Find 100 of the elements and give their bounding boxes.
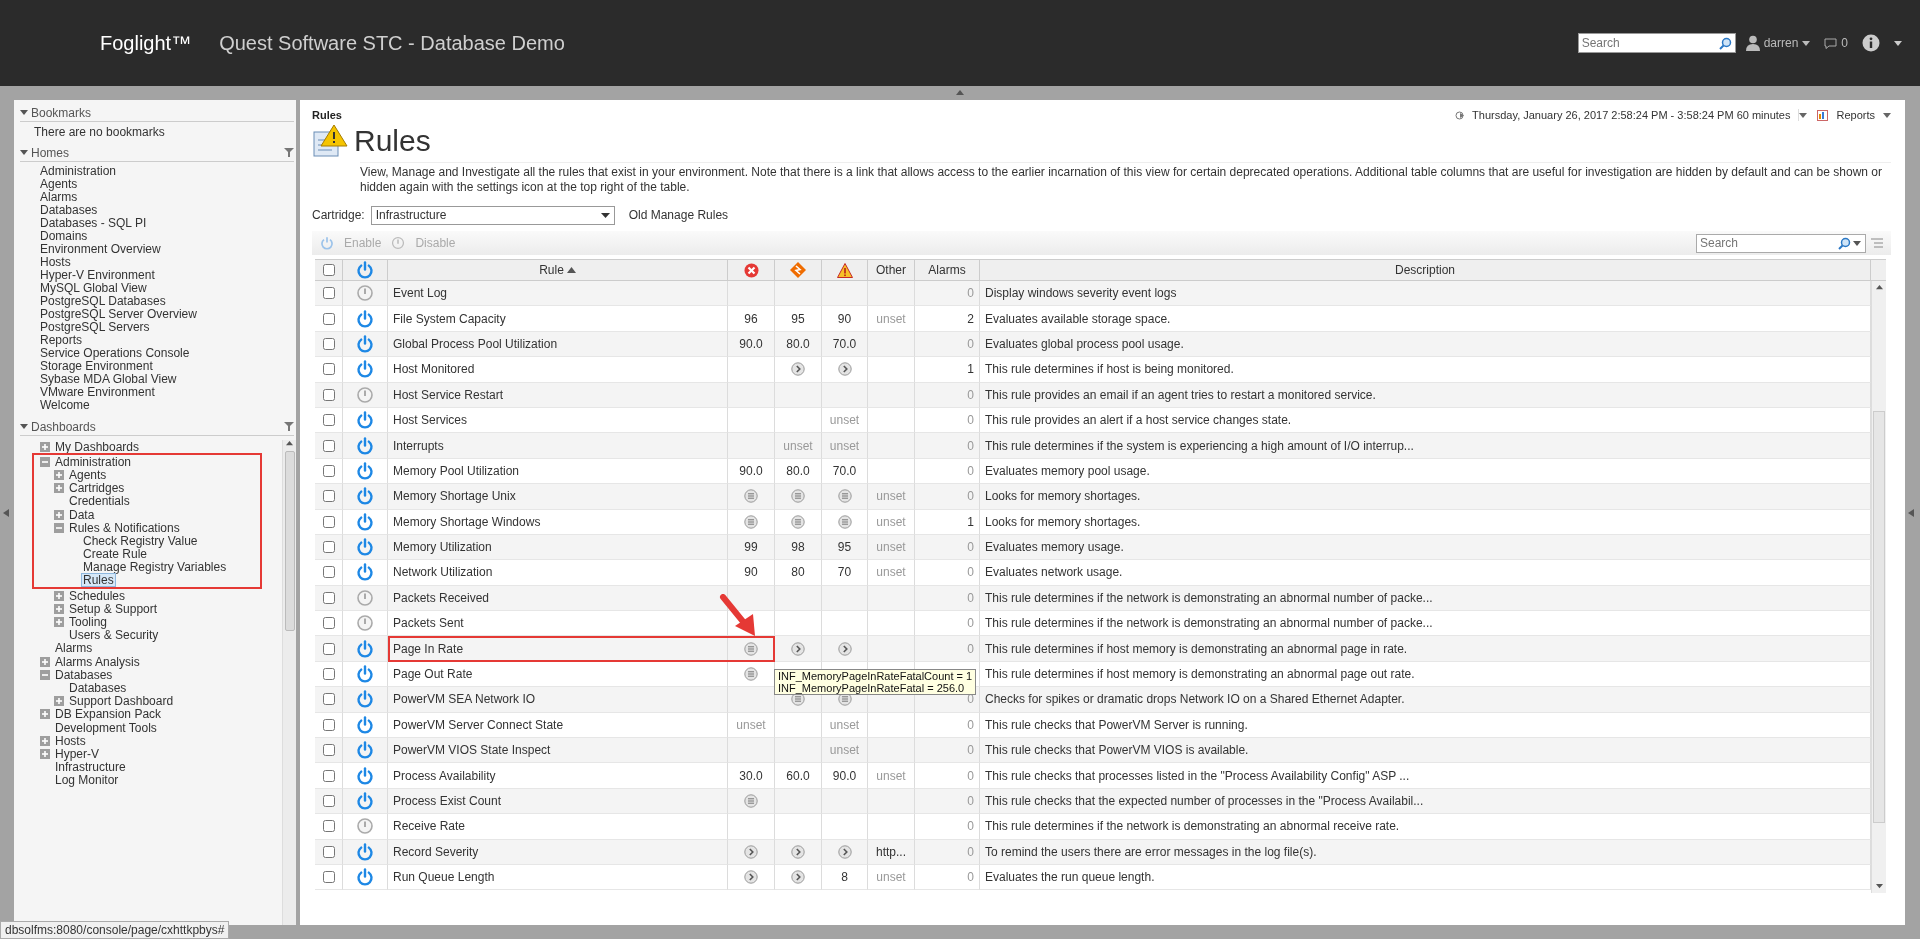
home-link[interactable]: Hyper-V Environment (40, 269, 296, 282)
rule-name[interactable]: Receive Rate (393, 819, 466, 834)
cartridge-dropdown[interactable]: Infrastructure (370, 205, 615, 225)
tree-item[interactable]: Users & Security (67, 628, 161, 643)
rule-name[interactable]: Run Queue Length (393, 870, 495, 885)
home-link[interactable]: Reports (40, 334, 296, 347)
table-cell: 70.0 (832, 336, 857, 351)
table-cell: 0 (967, 590, 974, 605)
home-link[interactable]: PostgreSQL Server Overview (40, 308, 296, 321)
tree-item[interactable]: My Dashboards (53, 439, 142, 454)
section-title[interactable]: Homes (31, 145, 281, 160)
tree-item[interactable]: Administration (53, 454, 134, 469)
table-cell: 0 (967, 794, 974, 808)
home-link[interactable]: Agents (40, 178, 296, 191)
rule-description: This rule checks that PowerVM Server is running. (985, 717, 1248, 732)
rule-name[interactable]: Page Out Rate (393, 667, 473, 682)
messages-button[interactable]: 0 (1824, 36, 1848, 50)
tree-item[interactable]: Setup & Support (67, 601, 160, 616)
rule-name[interactable]: Event Log (393, 286, 448, 301)
table-cell: unset (876, 540, 906, 555)
table-cell: 8 (841, 870, 848, 885)
rule-name[interactable]: Memory Shortage Unix (393, 489, 516, 504)
rule-name[interactable]: Memory Utilization (393, 540, 492, 555)
rule-name[interactable]: Process Exist Count (393, 794, 502, 808)
tree-item[interactable]: Infrastructure (53, 760, 128, 775)
home-link[interactable]: PostgreSQL Databases (40, 295, 296, 308)
tree-item[interactable]: Agents (67, 467, 109, 482)
tree-item[interactable]: Support Dashboard (67, 694, 176, 709)
tree-item[interactable]: Tooling (67, 615, 110, 630)
rule-name[interactable]: Process Availability (393, 768, 496, 783)
page-title: Rules (354, 124, 431, 158)
home-link[interactable]: Domains (40, 230, 296, 243)
empty-message: There are no bookmarks (34, 125, 165, 139)
home-link[interactable]: Administration (40, 165, 296, 178)
tree-item[interactable]: DB Expansion Pack (53, 707, 164, 722)
tree-item[interactable]: Credentials (67, 494, 132, 509)
tree-item[interactable]: Data (67, 507, 97, 522)
old-manage-rules-link[interactable]: Old Manage Rules (628, 208, 729, 222)
home-link[interactable]: PostgreSQL Servers (40, 321, 296, 334)
tree-item[interactable]: Check Registry Value (81, 533, 200, 548)
rule-name[interactable]: PowerVM SEA Network IO (393, 692, 536, 707)
rule-name[interactable]: File System Capacity (393, 311, 506, 326)
tree-item[interactable]: Rules & Notifications (67, 520, 182, 535)
table-cell: 1 (967, 362, 974, 377)
table-cell: 90.0 (832, 768, 857, 783)
rule-description: This rule provides an email if an agent tries to restart a monitored service. (985, 387, 1376, 402)
tree-item[interactable]: Databases (67, 680, 129, 695)
rule-name[interactable]: Memory Shortage Windows (393, 514, 541, 529)
tree-item[interactable]: Hosts (53, 733, 88, 748)
table-cell: 90.0 (739, 336, 763, 351)
home-link[interactable]: Alarms (40, 191, 296, 204)
tree-item[interactable]: Create Rule (81, 547, 150, 562)
home-link[interactable]: Sybase MDA Global View (40, 373, 296, 386)
home-link[interactable]: Environment Overview (40, 243, 296, 256)
tree-item[interactable]: Schedules (67, 588, 128, 603)
tree-item[interactable]: Hyper-V (53, 746, 101, 761)
home-link[interactable]: Hosts (40, 256, 296, 269)
tree-item[interactable]: Databases (53, 667, 115, 682)
rule-description: Evaluates memory usage. (985, 540, 1124, 555)
tree-item[interactable]: Alarms (53, 641, 95, 656)
tree-item[interactable]: Rules (81, 573, 116, 588)
rule-name[interactable]: Host Services (393, 413, 468, 428)
home-link[interactable]: Databases (40, 204, 296, 217)
rule-name[interactable]: Network Utilization (393, 565, 493, 580)
home-link[interactable]: Service Operations Console (40, 347, 296, 360)
tree-item[interactable]: Log Monitor (53, 773, 121, 788)
tree-item[interactable]: Development Tools (53, 720, 159, 735)
rule-name[interactable]: Global Process Pool Utilization (393, 336, 558, 351)
rule-name[interactable]: Host Service Restart (393, 387, 504, 402)
rule-name[interactable]: Packets Sent (393, 616, 464, 631)
rule-name[interactable]: PowerVM Server Connect State (393, 717, 564, 732)
rule-description: This rule provides an alert if a host service changes state. (985, 413, 1292, 428)
home-link[interactable]: Welcome (40, 399, 296, 412)
table-cell: unset (829, 438, 860, 453)
rule-name[interactable]: Host Monitored (393, 362, 475, 377)
user-menu[interactable]: darren (1745, 35, 1811, 51)
time-range-button[interactable]: Thursday, January 26, 2017 2:58:24 PM - 3:58:24 PM 60 minutes (1464, 109, 1800, 121)
rule-name[interactable]: Page In Rate (393, 641, 464, 656)
reports-button[interactable]: Reports (1828, 109, 1883, 121)
rule-name[interactable]: Packets Received (393, 590, 490, 605)
rule-description: Looks for memory shortages. (985, 489, 1141, 504)
rule-description: Evaluates global process pool usage. (985, 336, 1184, 351)
home-link[interactable]: VMware Environment (40, 386, 296, 399)
home-link[interactable]: Databases - SQL PI (40, 217, 296, 230)
section-title[interactable]: Dashboards (31, 419, 281, 434)
rule-name[interactable]: Interrupts (393, 438, 444, 453)
table-search-field[interactable]: Search (1696, 233, 1866, 253)
rule-name[interactable]: PowerVM VIOS State Inspect (393, 743, 551, 758)
table-cell: 0 (967, 438, 974, 453)
home-link[interactable]: MySQL Global View (40, 282, 296, 295)
table-cell: unset (876, 768, 906, 783)
rule-name[interactable]: Record Severity (393, 844, 479, 859)
search-field[interactable]: Search (1577, 33, 1736, 53)
tree-item[interactable]: Cartridges (67, 481, 127, 496)
section-title[interactable]: Bookmarks (31, 105, 294, 120)
tree-item[interactable]: Alarms Analysis (53, 654, 142, 669)
home-link[interactable]: Storage Environment (40, 360, 296, 373)
tree-item[interactable]: Manage Registry Variables (81, 560, 229, 575)
rule-name[interactable]: Memory Pool Utilization (393, 463, 520, 478)
rule-description: To remind the users there are error messages in the log file(s). (985, 844, 1317, 859)
